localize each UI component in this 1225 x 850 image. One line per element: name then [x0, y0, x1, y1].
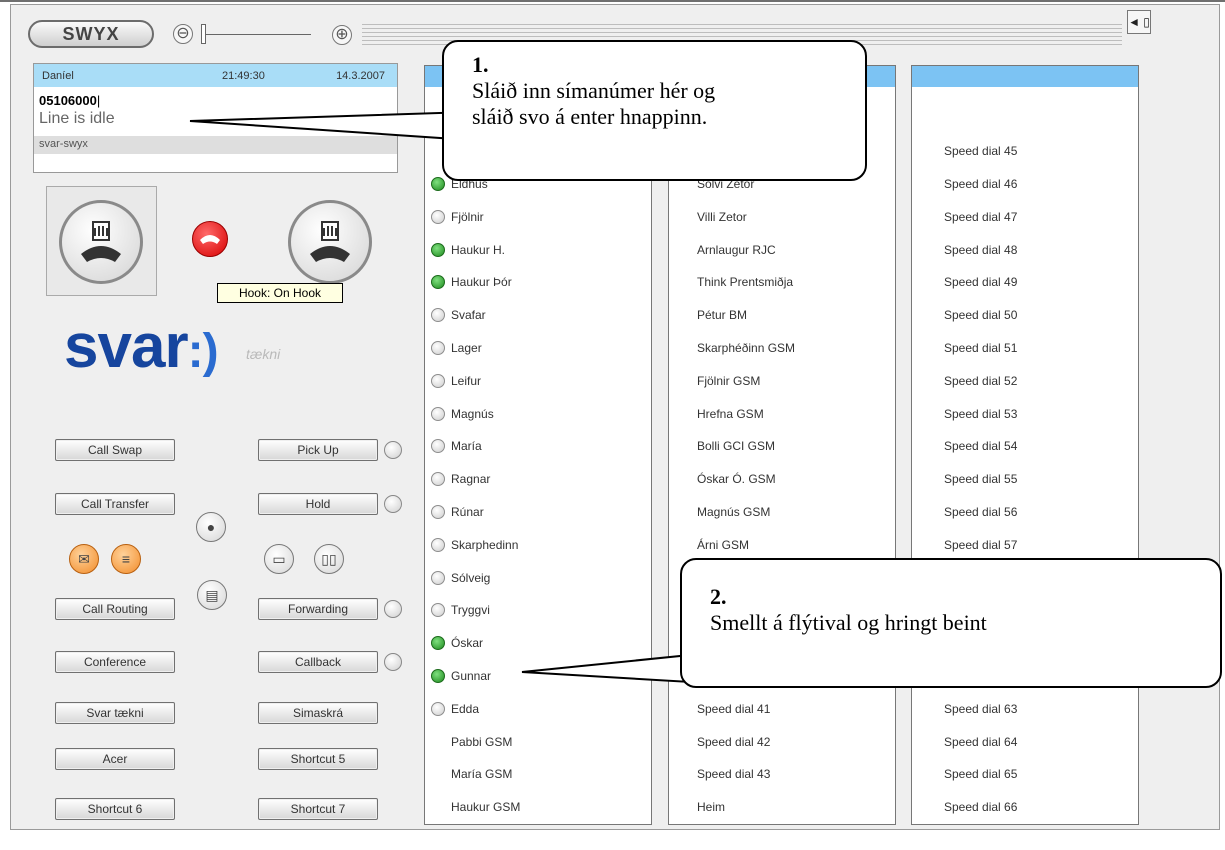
callout2-number: 2.	[710, 584, 727, 609]
callout1-pointer	[189, 110, 471, 142]
callout-1: 1. Sláið inn símanúmer hér og sláið svo …	[442, 40, 867, 181]
callout1-number: 1.	[472, 52, 489, 77]
callout2-pointer	[521, 653, 691, 684]
callout1-line1: Sláið inn símanúmer hér og	[472, 78, 716, 103]
callout-2: 2. Smellt á flýtival og hringt beint	[680, 558, 1222, 688]
callout1-line2: sláið svo á enter hnappinn.	[472, 104, 708, 129]
callout2-text: Smellt á flýtival og hringt beint	[710, 610, 987, 635]
